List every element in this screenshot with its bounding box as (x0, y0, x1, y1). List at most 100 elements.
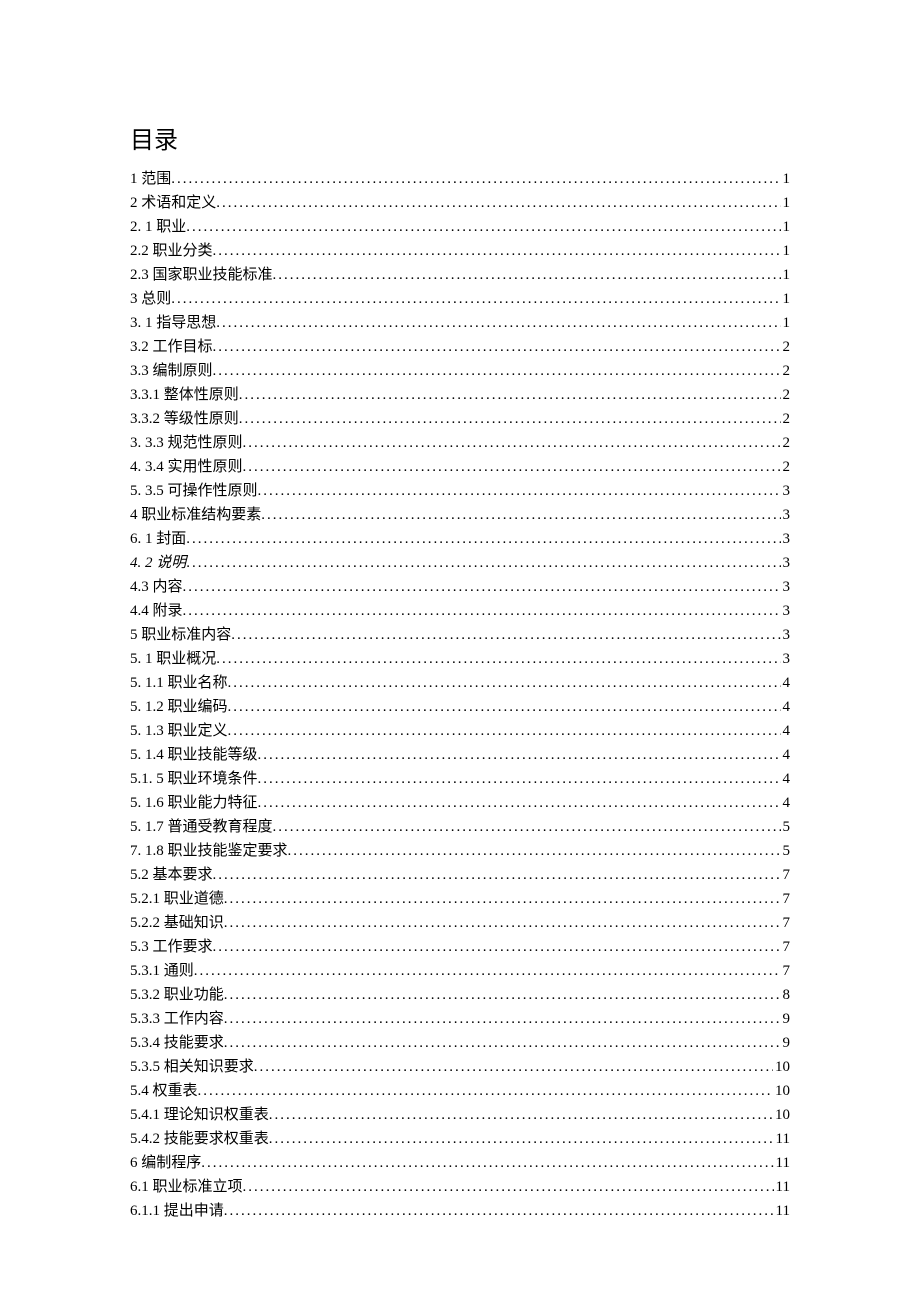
toc-entry: 5.3.5 相关知识要求 10 (130, 1055, 790, 1079)
toc-dot-leader (228, 719, 781, 743)
toc-dot-leader (243, 1175, 774, 1199)
toc-entry-page: 3 (781, 623, 791, 647)
toc-entry-page: 1 (781, 239, 791, 263)
toc-entry-page: 4 (781, 791, 791, 815)
toc-entry: 2 术语和定义1 (130, 191, 790, 215)
toc-dot-leader (183, 575, 781, 599)
toc-entry: 5. 1.6 职业能力特征 4 (130, 791, 790, 815)
toc-dot-leader (186, 215, 780, 239)
toc-dot-leader (183, 599, 781, 623)
toc-entry-page: 11 (774, 1151, 790, 1175)
toc-entry-label: 4. 2 说明 (130, 551, 186, 575)
toc-entry: 6. 1 封面3 (130, 527, 790, 551)
toc-entry-page: 4 (781, 671, 791, 695)
toc-entry-label: 5 职业标准内容 (130, 623, 231, 647)
toc-dot-leader (213, 335, 781, 359)
toc-entry-label: 3.3 编制原则 (130, 359, 213, 383)
toc-entry-page: 10 (773, 1103, 790, 1127)
toc-dot-leader (228, 671, 781, 695)
toc-entry-page: 3 (781, 479, 791, 503)
toc-entry-page: 10 (773, 1055, 790, 1079)
toc-entry-label: 5.3 工作要求 (130, 935, 213, 959)
toc-entry-page: 4 (781, 743, 791, 767)
toc-entry: 5. 1 职业概况3 (130, 647, 790, 671)
toc-entry: 4.4 附录3 (130, 599, 790, 623)
toc-dot-leader (224, 1199, 774, 1223)
toc-entry-label: 5.3.4 技能要求 (130, 1031, 224, 1055)
toc-entry: 2.2 职业分类 1 (130, 239, 790, 263)
page-container: 目录 1 范围12 术语和定义12. 1 职业12.2 职业分类12.3 国家职… (0, 0, 920, 1223)
toc-entry-label: 5.1. 5 职业环境条件 (130, 767, 258, 791)
toc-entry-page: 5 (781, 839, 791, 863)
toc-entry-label: 5.3.3 工作内容 (130, 1007, 224, 1031)
toc-entry-page: 10 (773, 1079, 790, 1103)
toc-entry-label: 5.2 基本要求 (130, 863, 213, 887)
toc-entry: 5.4 权重表 10 (130, 1079, 790, 1103)
toc-dot-leader (194, 959, 781, 983)
toc-entry: 5 职业标准内容 3 (130, 623, 790, 647)
toc-entry-page: 3 (781, 575, 791, 599)
toc-entry-label: 5.2.1 职业道德 (130, 887, 224, 911)
toc-entry-label: 6.1.1 提出申请 (130, 1199, 224, 1223)
toc-entry: 5.3 工作要求7 (130, 935, 790, 959)
toc-entry-label: 5.3.2 职业功能 (130, 983, 224, 1007)
toc-entry: 6 编制程序11 (130, 1151, 790, 1175)
toc-entry-label: 2.2 职业分类 (130, 239, 213, 263)
toc-entry: 3 总则1 (130, 287, 790, 311)
toc-dot-leader (224, 1031, 781, 1055)
toc-entry-page: 3 (781, 599, 791, 623)
toc-entry: 5.3.2 职业功能8 (130, 983, 790, 1007)
toc-entry-page: 1 (781, 311, 791, 335)
toc-entry-page: 11 (774, 1175, 790, 1199)
toc-entry-page: 4 (781, 719, 791, 743)
toc-entry-label: 5.2.2 基础知识 (130, 911, 224, 935)
toc-entry-label: 5.4.2 技能要求权重表 (130, 1127, 269, 1151)
toc-entry-page: 2 (781, 455, 791, 479)
toc-entry: 5. 1.2 职业编码4 (130, 695, 790, 719)
toc-dot-leader (269, 1127, 774, 1151)
toc-entry-label: 3.3.2 等级性原则 (130, 407, 239, 431)
toc-entry-label: 2. 1 职业 (130, 215, 186, 239)
toc-entry-label: 5.3.5 相关知识要求 (130, 1055, 254, 1079)
toc-dot-leader (261, 503, 780, 527)
toc-entry: 2.3 国家职业技能标准1 (130, 263, 790, 287)
toc-dot-leader (171, 287, 780, 311)
toc-entry-page: 2 (781, 407, 791, 431)
toc-entry: 5. 1.1 职业名称4 (130, 671, 790, 695)
toc-entry-label: 3.2 工作目标 (130, 335, 213, 359)
toc-entry: 5.2.2 基础知识 7 (130, 911, 790, 935)
toc-dot-leader (216, 311, 780, 335)
toc-entry: 3.3 编制原则2 (130, 359, 790, 383)
toc-entry: 3. 3.3 规范性原则 2 (130, 431, 790, 455)
toc-dot-leader (231, 623, 780, 647)
toc-entry: 5. 1.4 职业技能等级 4 (130, 743, 790, 767)
toc-entry-page: 9 (781, 1007, 791, 1031)
toc-dot-leader (186, 527, 780, 551)
toc-dot-leader (269, 1103, 773, 1127)
toc-entry: 6.1.1 提出申请11 (130, 1199, 790, 1223)
toc-entry-label: 5. 1.4 职业技能等级 (130, 743, 258, 767)
toc-entry: 3.3.2 等级性原则 2 (130, 407, 790, 431)
toc-entry-label: 5. 1.3 职业定义 (130, 719, 228, 743)
toc-entry: 6.1 职业标准立项11 (130, 1175, 790, 1199)
toc-dot-leader (224, 1007, 781, 1031)
toc-dot-leader (243, 455, 781, 479)
toc-entry-label: 4 职业标准结构要素 (130, 503, 261, 527)
toc-entry-label: 5. 1.6 职业能力特征 (130, 791, 258, 815)
toc-entry-page: 3 (781, 647, 791, 671)
toc-entry-label: 5.4 权重表 (130, 1079, 198, 1103)
toc-dot-leader (258, 479, 781, 503)
toc-dot-leader (258, 743, 781, 767)
toc-entry-page: 7 (781, 911, 791, 935)
toc-entry-page: 9 (781, 1031, 791, 1055)
toc-entry: 3.2 工作目标2 (130, 335, 790, 359)
toc-entry-page: 2 (781, 431, 791, 455)
toc-entry-page: 3 (781, 503, 791, 527)
toc-entry: 7. 1.8 职业技能鉴定要求5 (130, 839, 790, 863)
toc-entry-label: 3. 3.3 规范性原则 (130, 431, 243, 455)
toc-list: 1 范围12 术语和定义12. 1 职业12.2 职业分类12.3 国家职业技能… (130, 167, 790, 1223)
toc-dot-leader (224, 911, 781, 935)
toc-entry: 5.3.3 工作内容 9 (130, 1007, 790, 1031)
toc-entry: 5. 1.7 普通受教育程度5 (130, 815, 790, 839)
toc-entry: 2. 1 职业1 (130, 215, 790, 239)
